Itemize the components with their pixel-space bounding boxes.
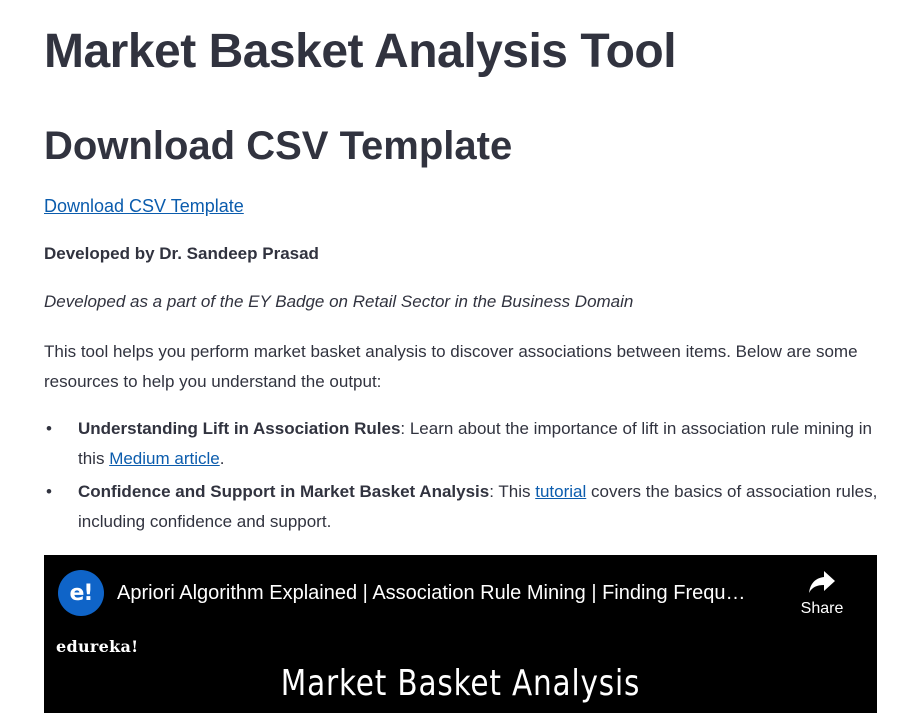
page-title: Market Basket Analysis Tool — [44, 25, 677, 78]
share-label: Share — [800, 600, 844, 617]
resource-text: . — [219, 449, 225, 468]
bullet-icon: • — [46, 482, 52, 501]
video-thumbnail-heading: Market Basket Analysis — [280, 663, 641, 704]
share-arrow-icon — [809, 571, 835, 593]
share-button[interactable]: Share — [792, 569, 852, 629]
list-item: • Confidence and Support in Market Baske… — [44, 477, 878, 537]
list-item: • Understanding Lift in Association Rule… — [44, 414, 878, 474]
embedded-video[interactable]: e! Apriori Algorithm Explained | Associa… — [44, 555, 877, 713]
resource-list: • Understanding Lift in Association Rule… — [44, 414, 878, 540]
tutorial-link[interactable]: tutorial — [535, 482, 586, 501]
resource-title: Confidence and Support in Market Basket … — [78, 482, 490, 501]
intro-text: This tool helps you perform market baske… — [44, 342, 858, 391]
resource-title: Understanding Lift in Association Rules — [78, 419, 401, 438]
brand-watermark: edureka! — [56, 637, 139, 656]
bullet-icon: • — [46, 419, 52, 438]
medium-article-link[interactable]: Medium article — [109, 449, 220, 468]
download-csv-link[interactable]: Download CSV Template — [44, 193, 244, 219]
badge-context: Developed as a part of the EY Badge on R… — [44, 292, 634, 311]
section-title: Download CSV Template — [44, 124, 513, 168]
resource-text: : This — [489, 482, 536, 501]
developer-credit: Developed by Dr. Sandeep Prasad — [44, 244, 319, 263]
video-title[interactable]: Apriori Algorithm Explained | Associatio… — [117, 579, 785, 607]
channel-avatar[interactable]: e! — [58, 570, 104, 616]
